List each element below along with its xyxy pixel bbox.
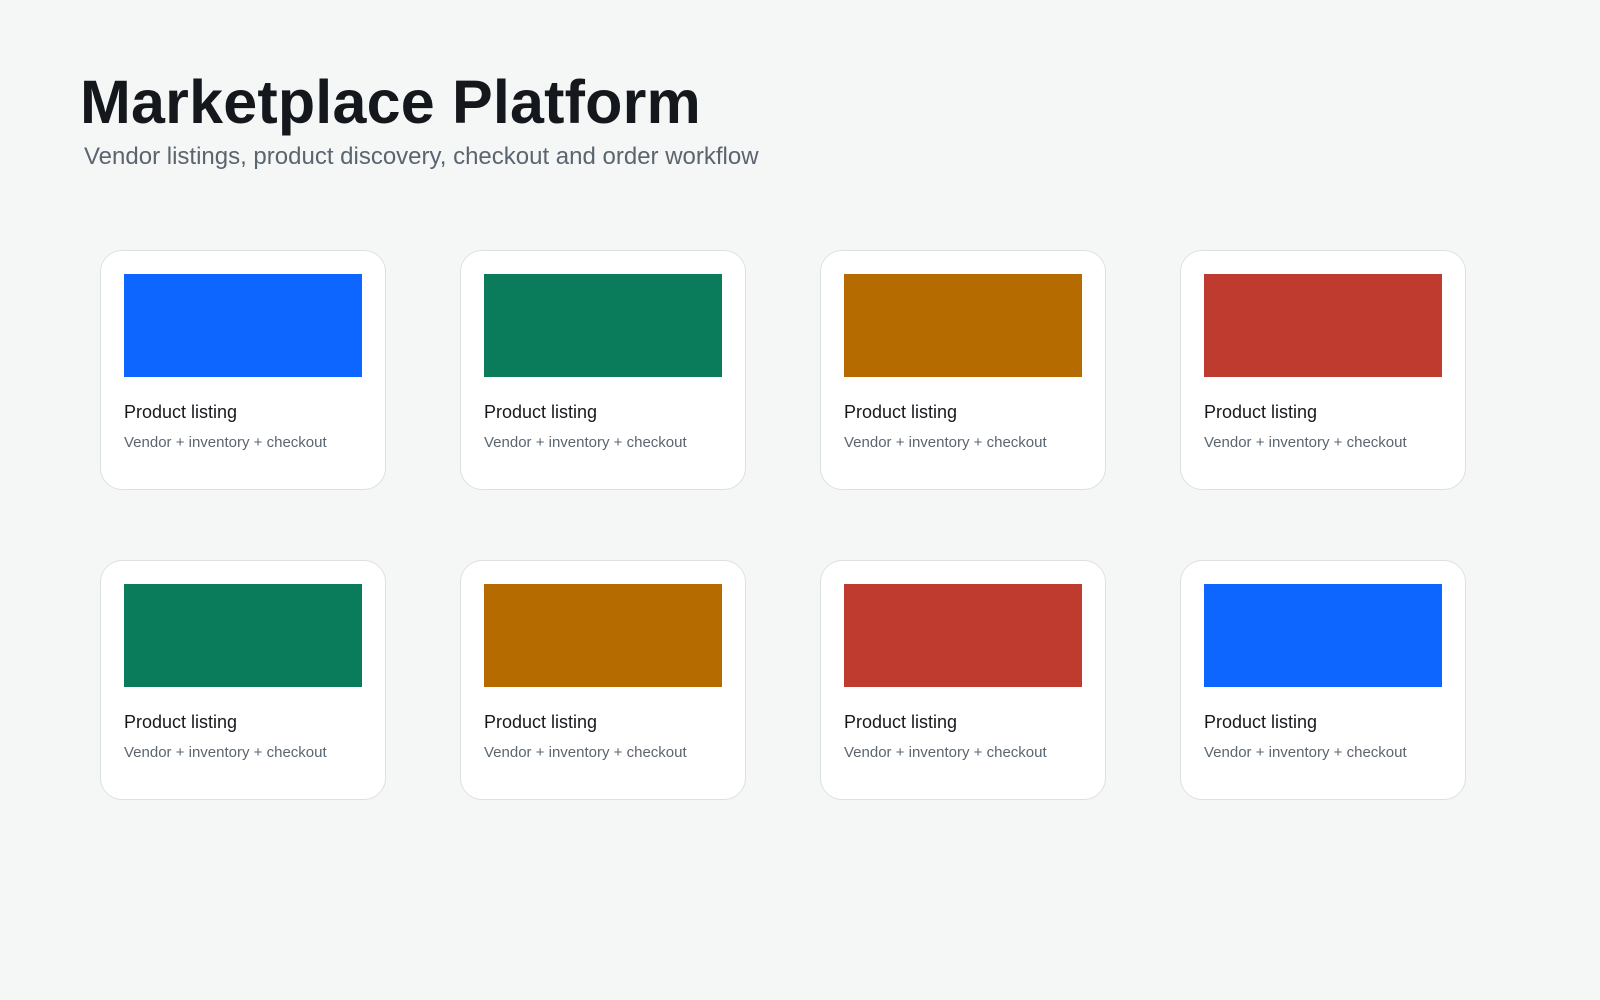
product-title: Product listing xyxy=(124,402,238,422)
product-description: Vendor + inventory + checkout xyxy=(484,744,687,761)
product-title: Product listing xyxy=(844,402,958,422)
product-grid: Product listing Vendor + inventory + che… xyxy=(100,250,1466,800)
product-description: Vendor + inventory + checkout xyxy=(844,744,1047,761)
product-image xyxy=(1204,584,1442,687)
product-card[interactable]: Product listing Vendor + inventory + che… xyxy=(100,250,386,490)
product-card[interactable]: Product listing Vendor + inventory + che… xyxy=(100,560,386,800)
product-description: Vendor + inventory + checkout xyxy=(1204,744,1407,761)
page-subtitle: Vendor listings, product discovery, chec… xyxy=(84,143,759,170)
product-card[interactable]: Product listing Vendor + inventory + che… xyxy=(460,560,746,800)
product-card[interactable]: Product listing Vendor + inventory + che… xyxy=(1180,250,1466,490)
product-title: Product listing xyxy=(484,712,598,732)
page-header: Marketplace Platform Vendor listings, pr… xyxy=(80,66,759,172)
product-title: Product listing xyxy=(1204,712,1318,732)
product-title: Product listing xyxy=(844,712,958,732)
product-title: Product listing xyxy=(124,712,238,732)
product-description: Vendor + inventory + checkout xyxy=(484,434,687,451)
product-description: Vendor + inventory + checkout xyxy=(124,744,327,761)
product-image xyxy=(844,584,1082,687)
product-image xyxy=(124,274,362,377)
product-image xyxy=(1204,274,1442,377)
product-description: Vendor + inventory + checkout xyxy=(124,434,327,451)
page-title: Marketplace Platform xyxy=(80,68,701,136)
product-description: Vendor + inventory + checkout xyxy=(844,434,1047,451)
product-card[interactable]: Product listing Vendor + inventory + che… xyxy=(1180,560,1466,800)
product-card[interactable]: Product listing Vendor + inventory + che… xyxy=(460,250,746,490)
product-title: Product listing xyxy=(484,402,598,422)
product-image xyxy=(484,274,722,377)
product-card[interactable]: Product listing Vendor + inventory + che… xyxy=(820,250,1106,490)
product-title: Product listing xyxy=(1204,402,1318,422)
product-image xyxy=(484,584,722,687)
product-description: Vendor + inventory + checkout xyxy=(1204,434,1407,451)
product-card[interactable]: Product listing Vendor + inventory + che… xyxy=(820,560,1106,800)
product-image xyxy=(844,274,1082,377)
product-image xyxy=(124,584,362,687)
